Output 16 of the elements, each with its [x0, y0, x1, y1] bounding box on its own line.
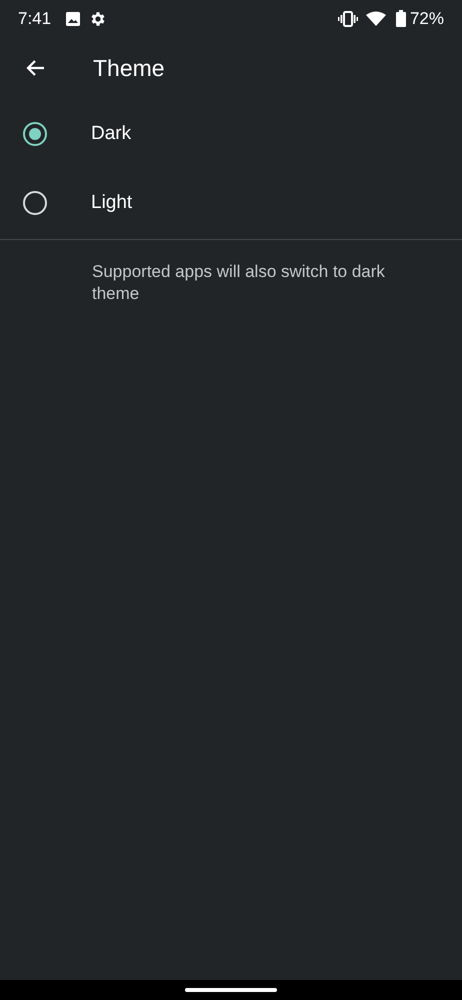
theme-option[interactable]: Light	[0, 168, 462, 237]
radio-button[interactable]	[23, 122, 47, 146]
status-time: 7:41	[18, 8, 52, 28]
theme-option[interactable]: Dark	[0, 99, 462, 168]
vibrate-icon	[338, 10, 358, 26]
radio-button[interactable]	[23, 190, 47, 214]
home-handle[interactable]	[185, 988, 277, 992]
option-label: Dark	[91, 122, 132, 144]
wifi-icon	[366, 10, 386, 26]
gear-icon	[89, 10, 108, 28]
page-title: Theme	[93, 54, 165, 82]
image-icon	[65, 10, 82, 26]
battery-icon	[396, 10, 406, 27]
battery-percent: 72%	[410, 8, 444, 28]
option-label: Light	[91, 192, 132, 214]
footer-note: Supported apps will also switch to dark theme	[92, 261, 386, 305]
